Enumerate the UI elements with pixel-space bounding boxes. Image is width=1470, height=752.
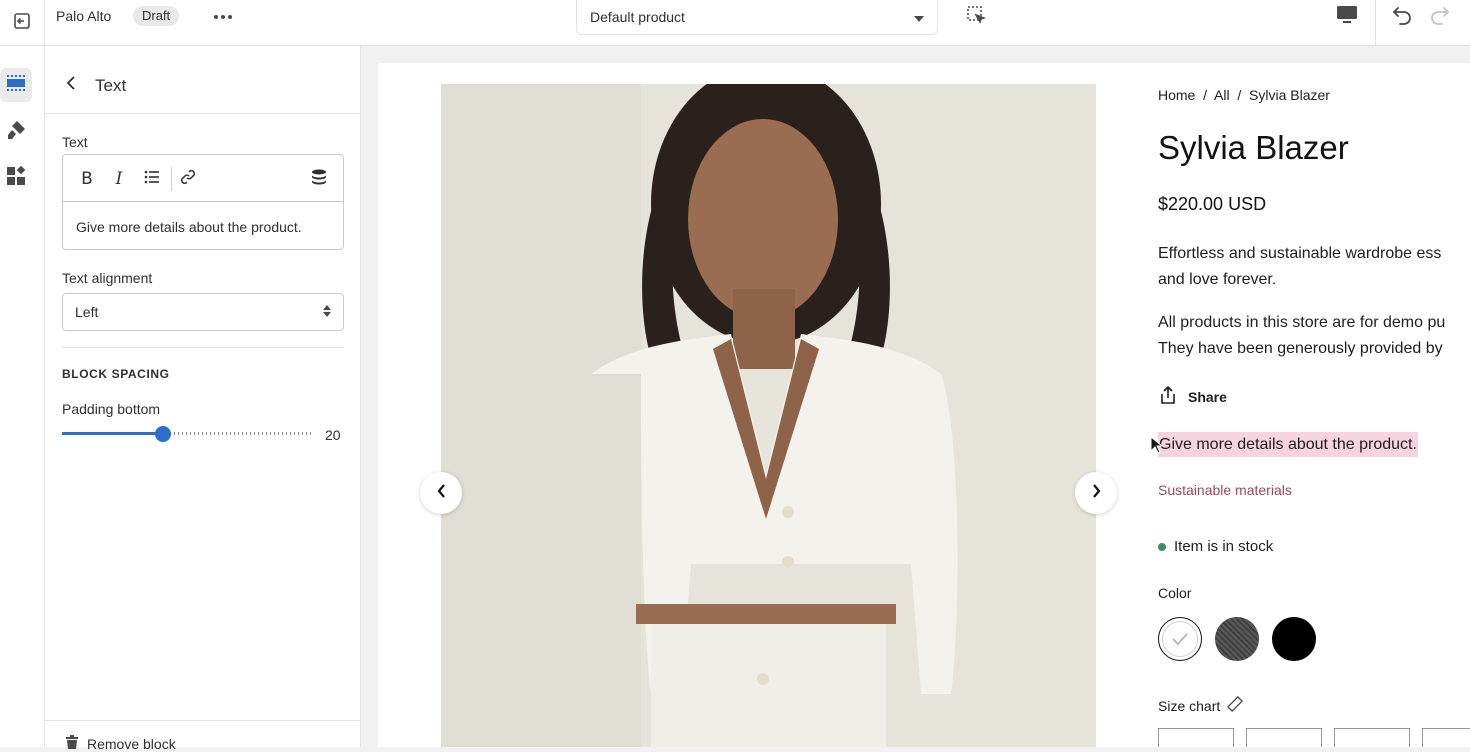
size-option[interactable] (1158, 728, 1234, 747)
stock-dot-icon (1158, 542, 1166, 551)
demo-notice-line-2: They have been generously provided by (1158, 340, 1443, 357)
editor-topbar: Palo Alto Draft Default product (0, 0, 1470, 46)
select-arrows-icon (323, 304, 331, 320)
product-title: Sylvia Blazer (1158, 129, 1349, 166)
undo-button[interactable] (1388, 3, 1416, 31)
panel-divider (62, 347, 344, 348)
bold-icon: B (81, 169, 93, 189)
selected-text-block[interactable]: Give more details about the product. (1158, 432, 1418, 457)
undo-icon (1390, 3, 1414, 32)
editor-toolbar: B I (63, 155, 343, 202)
text-alignment-value: Left (75, 304, 99, 320)
padding-bottom-value: 20 (325, 427, 341, 443)
section-heading: BLOCK SPACING (62, 367, 170, 381)
rich-text-editor: B I Give more details about the product. (62, 154, 344, 250)
panel-footer: Remove block (45, 720, 361, 752)
rail-item-sections[interactable] (0, 68, 32, 102)
template-select[interactable]: Default product (576, 0, 938, 35)
panel-header: Text (45, 46, 361, 114)
back-button[interactable] (60, 74, 82, 96)
block-settings-panel: Text Text B I Give more details about th… (45, 46, 361, 752)
inspector-button[interactable] (963, 5, 989, 29)
redo-button[interactable] (1426, 3, 1454, 31)
sections-icon (6, 74, 26, 97)
slider-fill (62, 432, 163, 435)
carousel-next-button[interactable] (1075, 472, 1117, 514)
mouse-cursor-icon (1150, 435, 1164, 459)
remove-block-label: Remove block (87, 735, 176, 752)
status-badge: Draft (133, 6, 180, 26)
stock-status: Item is in stock (1158, 538, 1273, 555)
template-select-value: Default product (590, 9, 685, 25)
description-line-2: and love forever. (1158, 271, 1277, 288)
rail-item-theme-settings[interactable] (0, 115, 32, 149)
theme-settings-icon (6, 120, 26, 145)
chevron-left-icon (66, 75, 76, 95)
breadcrumb[interactable]: Home / All / Sylvia Blazer (1158, 87, 1330, 103)
database-icon (311, 169, 327, 190)
italic-icon: I (115, 169, 123, 189)
panel-title: Text (95, 76, 127, 95)
size-option[interactable] (1422, 728, 1470, 747)
desktop-preview-button[interactable] (1332, 4, 1362, 30)
slider-thumb[interactable] (155, 426, 171, 442)
text-alignment-label: Text alignment (62, 270, 153, 286)
chevron-left-icon (437, 483, 446, 503)
rail-item-apps[interactable] (0, 161, 32, 195)
text-field-label: Text (62, 134, 88, 150)
share-icon (1158, 385, 1178, 408)
share-button[interactable]: Share (1158, 385, 1227, 408)
text-alignment-select[interactable]: Left (62, 293, 344, 331)
product-image[interactable] (441, 84, 1096, 747)
store-name: Palo Alto (56, 8, 112, 24)
apps-icon (6, 165, 26, 191)
size-chart-link[interactable]: Size chart (1158, 695, 1244, 716)
desktop-icon (1337, 5, 1357, 29)
exit-button[interactable] (0, 0, 45, 46)
size-chart-label: Size chart (1158, 697, 1221, 714)
size-option[interactable] (1246, 728, 1322, 747)
editor-content[interactable]: Give more details about the product. (76, 219, 302, 235)
share-label: Share (1188, 388, 1227, 405)
color-label: Color (1158, 585, 1192, 601)
ruler-icon (1226, 695, 1244, 716)
product-price: $220.00 USD (1158, 194, 1267, 214)
redo-icon (1428, 3, 1452, 32)
storefront-preview: Home / All / Sylvia Blazer Sylvia Blazer… (378, 63, 1470, 747)
carousel-prev-button[interactable] (420, 472, 462, 514)
bulleted-list-button[interactable] (140, 167, 164, 191)
topbar-divider (1375, 0, 1376, 46)
swatch-charcoal[interactable] (1215, 617, 1259, 661)
trash-icon (65, 735, 79, 752)
more-icon (213, 7, 233, 25)
swatch-white[interactable] (1158, 617, 1202, 661)
editor-rail (0, 46, 45, 747)
chevron-down-icon (914, 9, 924, 25)
demo-notice-line-1: All products in this store are for demo … (1158, 314, 1446, 331)
chevron-right-icon (1092, 483, 1101, 503)
toolbar-separator (171, 167, 172, 191)
more-actions-button[interactable] (210, 4, 236, 28)
stock-label: Item is in stock (1174, 538, 1274, 555)
inspector-icon (966, 5, 987, 30)
remove-block-button[interactable]: Remove block (65, 735, 176, 752)
padding-bottom-slider[interactable] (62, 426, 314, 442)
description-line-1: Effortless and sustainable wardrobe ess (1158, 245, 1442, 262)
link-icon (180, 169, 196, 190)
exit-icon (13, 12, 31, 35)
italic-button[interactable]: I (107, 167, 131, 191)
sustainable-materials-label: Sustainable materials (1158, 482, 1292, 498)
size-option[interactable] (1334, 728, 1410, 747)
padding-bottom-label: Padding bottom (62, 401, 161, 417)
list-icon (144, 169, 160, 189)
bold-button[interactable]: B (75, 167, 99, 191)
swatch-black[interactable] (1272, 617, 1316, 661)
link-button[interactable] (176, 167, 200, 191)
check-icon (1172, 633, 1188, 646)
dynamic-source-button[interactable] (307, 167, 331, 191)
product-info: Home / All / Sylvia Blazer Sylvia Blazer… (1158, 63, 1470, 747)
